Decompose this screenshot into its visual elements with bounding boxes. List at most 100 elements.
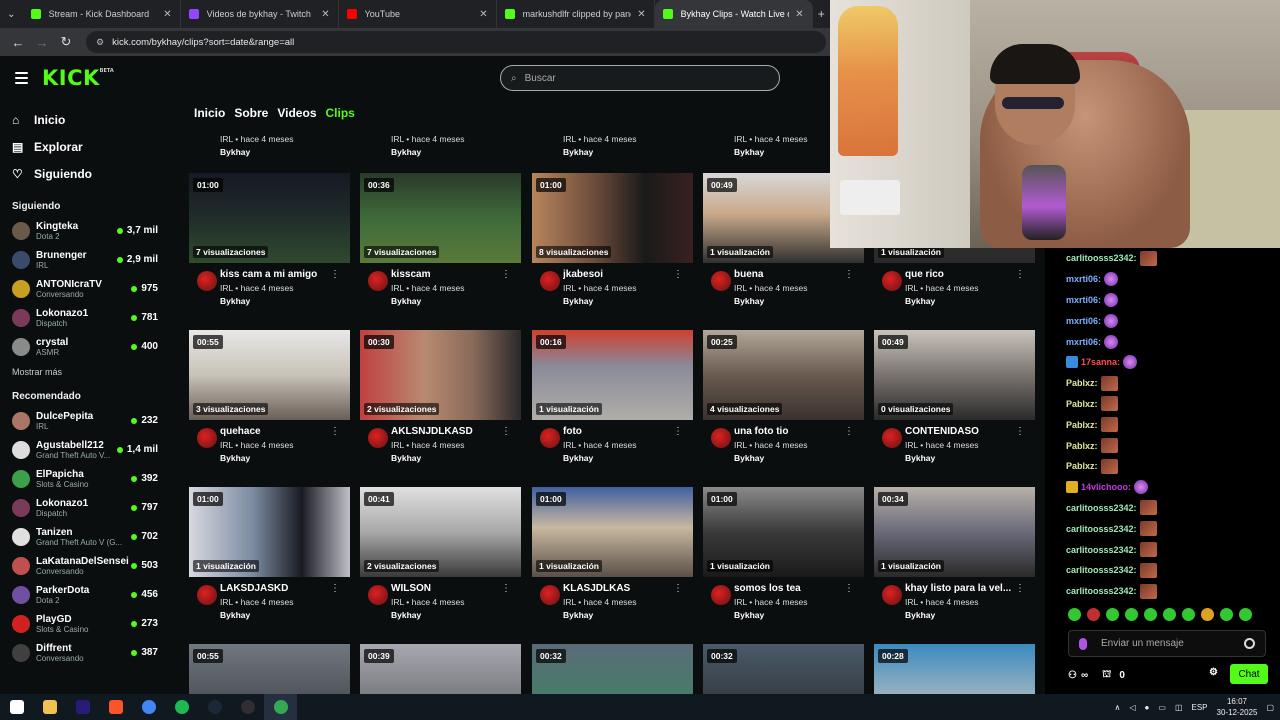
url-field[interactable]: ⚙ kick.com/bykhay/clips?sort=date&range=… — [86, 31, 826, 53]
show-more-link[interactable]: Mostrar más — [0, 367, 170, 377]
tab-sobre[interactable]: Sobre — [234, 106, 268, 120]
sidebar-channel[interactable]: Tanizen Grand Theft Auto V (G... 702 — [0, 522, 170, 551]
more-options-icon[interactable]: ⋮ — [501, 269, 511, 280]
clip-title[interactable]: LAKSDJASKD — [220, 583, 340, 594]
clip-channel[interactable]: Bykhay — [734, 610, 764, 620]
clip-title[interactable]: CONTENIDASO — [905, 426, 1025, 437]
chat-username[interactable]: Pablxz: — [1066, 399, 1098, 409]
clip-thumbnail[interactable]: 00:16 1 visualización — [532, 330, 693, 420]
site-info-icon[interactable]: ⚙ — [96, 37, 104, 48]
tray-chevron-icon[interactable]: ∧ — [1115, 703, 1121, 712]
sidebar-channel[interactable]: crystal ASMR 400 — [0, 332, 170, 361]
brave-icon[interactable] — [99, 694, 132, 720]
emote-icon[interactable] — [1144, 608, 1157, 621]
clip-card[interactable]: 00:25 4 visualizaciones una foto tio IRL • … — [703, 330, 864, 470]
more-options-icon[interactable]: ⋮ — [1015, 583, 1025, 594]
clip-thumbnail[interactable]: 00:32 — [703, 644, 864, 694]
more-options-icon[interactable]: ⋮ — [673, 583, 683, 594]
more-options-icon[interactable]: ⋮ — [330, 269, 340, 280]
chat-message-input[interactable]: Enviar un mensaje — [1068, 630, 1266, 657]
clip-thumbnail[interactable]: 00:55 3 visualizaciones — [189, 330, 350, 420]
clip-thumbnail[interactable]: 00:32 — [532, 644, 693, 694]
clip-channel[interactable]: Bykhay — [391, 453, 421, 463]
channel-avatar[interactable] — [882, 585, 902, 605]
emote-icon[interactable] — [1201, 608, 1214, 621]
emote-icon[interactable] — [1220, 608, 1233, 621]
tab-close-icon[interactable]: ✕ — [321, 9, 329, 20]
network-icon[interactable]: ◫ — [1175, 703, 1183, 712]
clip-thumbnail[interactable]: 00:39 — [360, 644, 521, 694]
clip-channel[interactable]: Bykhay — [563, 296, 593, 306]
gift-icon[interactable]: ⛫ — [1102, 669, 1111, 682]
tab-close-icon[interactable]: ✕ — [637, 9, 645, 20]
mic-icon[interactable] — [1079, 637, 1087, 650]
clip-thumbnail[interactable]: 01:00 1 visualización — [703, 487, 864, 577]
clip-channel[interactable]: Bykhay — [220, 453, 250, 463]
obs-icon[interactable] — [231, 694, 264, 720]
clip-card[interactable]: 00:41 2 visualizaciones WILSON IRL • hace 4… — [360, 487, 521, 627]
chat-username[interactable]: mxrti06: — [1066, 295, 1101, 305]
clip-card[interactable]: 01:00 1 visualización somos los tea IRL • h… — [703, 487, 864, 627]
channel-avatar[interactable] — [540, 428, 560, 448]
users-icon[interactable]: ⚇ — [1068, 670, 1077, 681]
notification-icon[interactable]: ▢ — [1266, 703, 1274, 712]
chat-username[interactable]: Pablxz: — [1066, 441, 1098, 451]
language-label[interactable]: ESP — [1192, 703, 1208, 712]
tab-search-icon[interactable]: ⌄ — [0, 0, 23, 28]
chat-username[interactable]: carlitoosss2342: — [1066, 545, 1137, 555]
clip-card[interactable]: 00:32 — [532, 644, 693, 694]
clip-channel[interactable]: Bykhay — [391, 296, 421, 306]
clip-title[interactable]: foto — [563, 426, 683, 437]
premiere-icon[interactable] — [66, 694, 99, 720]
clip-card[interactable]: 00:34 1 visualización khay listo para la v… — [874, 487, 1035, 627]
more-options-icon[interactable]: ⋮ — [673, 426, 683, 437]
more-options-icon[interactable]: ⋮ — [501, 583, 511, 594]
steam-icon[interactable] — [198, 694, 231, 720]
clip-card-partial[interactable]: IRL • hace 4 meses Bykhay — [360, 126, 521, 164]
more-options-icon[interactable]: ⋮ — [501, 426, 511, 437]
more-options-icon[interactable]: ⋮ — [1015, 426, 1025, 437]
tab-clips[interactable]: Clips — [326, 106, 355, 120]
sidebar-channel[interactable]: DulcePepita IRL 232 — [0, 406, 170, 435]
clip-thumbnail[interactable]: 01:00 8 visualizaciones — [532, 173, 693, 263]
clip-title[interactable]: khay listo para la vel... — [905, 583, 1025, 594]
clip-thumbnail[interactable]: 01:00 1 visualización — [189, 487, 350, 577]
browser-tab[interactable]: Stream - Kick Dashboard ✕ — [23, 0, 181, 28]
clip-thumbnail[interactable]: 00:30 2 visualizaciones — [360, 330, 521, 420]
clock[interactable]: 16:07 30-12-2025 — [1217, 696, 1258, 718]
clip-card[interactable]: 01:00 7 visualizaciones kiss cam a mi amig… — [189, 173, 350, 313]
more-options-icon[interactable]: ⋮ — [330, 583, 340, 594]
emote-icon[interactable] — [1163, 608, 1176, 621]
channel-avatar[interactable] — [540, 585, 560, 605]
clip-thumbnail[interactable]: 01:00 7 visualizaciones — [189, 173, 350, 263]
clip-thumbnail[interactable]: 00:25 4 visualizaciones — [703, 330, 864, 420]
clip-channel[interactable]: Bykhay — [905, 453, 935, 463]
clip-title[interactable]: kisscam — [391, 269, 511, 280]
tab-close-icon[interactable]: ✕ — [479, 9, 487, 20]
kick-logo[interactable]: KICK BETA — [42, 66, 114, 90]
clip-card[interactable]: 00:16 1 visualización foto IRL • hace 4 mes… — [532, 330, 693, 470]
browser-tab[interactable]: Videos de bykhay - Twitch ✕ — [181, 0, 339, 28]
clip-title[interactable]: jkabesoi — [563, 269, 683, 280]
chat-username[interactable]: Pablxz: — [1066, 420, 1098, 430]
clip-thumbnail[interactable]: 00:28 — [874, 644, 1035, 694]
clip-channel[interactable]: Bykhay — [563, 610, 593, 620]
more-options-icon[interactable]: ⋮ — [1015, 269, 1025, 280]
reload-icon[interactable]: ↻ — [54, 34, 78, 50]
sidebar-channel[interactable]: Brunenger IRL 2,9 mil — [0, 245, 170, 274]
clip-thumbnail[interactable]: 00:34 1 visualización — [874, 487, 1035, 577]
sidebar-channel[interactable]: ParkerDota Dota 2 456 — [0, 580, 170, 609]
clip-title[interactable]: buena — [734, 269, 854, 280]
clip-channel[interactable]: Bykhay — [563, 453, 593, 463]
channel-avatar[interactable] — [197, 271, 217, 291]
tab-close-icon[interactable]: ✕ — [163, 9, 171, 20]
sidebar-channel[interactable]: ElPapicha Slots & Casino 392 — [0, 464, 170, 493]
nav-item-explorar[interactable]: ▤ Explorar — [0, 133, 170, 160]
sidebar-channel[interactable]: Diffrent Conversando 387 — [0, 638, 170, 667]
sidebar-channel[interactable]: LaKatanaDelSensei Conversando 503 — [0, 551, 170, 580]
clip-thumbnail[interactable]: 00:49 0 visualizaciones — [874, 330, 1035, 420]
channel-avatar[interactable] — [368, 585, 388, 605]
channel-avatar[interactable] — [368, 271, 388, 291]
channel-avatar[interactable] — [882, 428, 902, 448]
clip-channel[interactable]: Bykhay — [905, 610, 935, 620]
